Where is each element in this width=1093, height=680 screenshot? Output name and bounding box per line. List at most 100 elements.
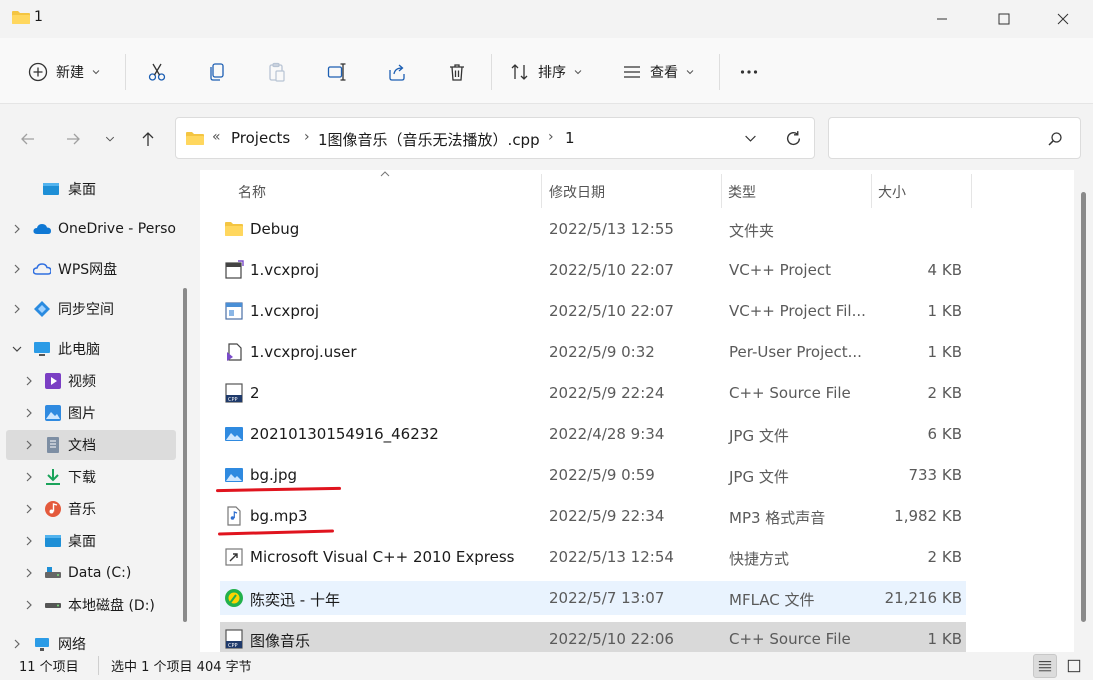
status-bar: 11 个项目 选中 1 个项目 404 字节	[0, 652, 1093, 680]
search-box[interactable]	[828, 117, 1081, 159]
column-divider[interactable]	[871, 174, 872, 208]
details-view-button[interactable]	[1033, 654, 1057, 678]
chevron-right-icon[interactable]	[24, 408, 34, 418]
address-bar[interactable]: « Projects › 1图像音乐（音乐无法播放）.cpp › 1	[175, 117, 815, 159]
new-button[interactable]: 新建	[28, 56, 100, 88]
view-label: 查看	[650, 65, 678, 81]
breadcrumb-current[interactable]: 1	[565, 129, 575, 147]
file-row[interactable]: 1.vcxproj.user 2022/5/9 0:32 Per-User Pr…	[220, 335, 966, 369]
cpp-file-icon: CPP	[225, 629, 243, 649]
file-row[interactable]: Microsoft Visual C++ 2010 Express 2022/5…	[220, 540, 966, 574]
chevron-right-icon[interactable]	[24, 504, 34, 514]
chevron-down-icon[interactable]	[12, 344, 22, 354]
minimize-button[interactable]	[919, 0, 965, 38]
sidebar-item-onedrive[interactable]: OneDrive - Perso	[0, 214, 176, 244]
drive-icon	[45, 567, 61, 578]
forward-button[interactable]	[59, 125, 87, 153]
navigation-pane: 桌面 OneDrive - Perso WPS网盘 同步空间 此电脑 视频 图片	[0, 170, 178, 652]
minimize-icon	[937, 18, 947, 20]
close-icon	[1057, 13, 1069, 25]
mflac-file-icon	[225, 589, 243, 607]
chevron-right-icon[interactable]	[24, 440, 34, 450]
svg-text:CPP: CPP	[228, 643, 238, 649]
up-button[interactable]	[134, 125, 162, 153]
view-button[interactable]: 查看	[622, 56, 694, 88]
chevron-down-icon	[744, 135, 756, 142]
network-icon	[35, 638, 49, 651]
more-options-button[interactable]	[739, 56, 759, 88]
image-file-icon	[225, 427, 243, 441]
chevron-down-icon	[105, 136, 115, 142]
sidebar-item-sync-space[interactable]: 同步空间	[0, 294, 176, 324]
file-row[interactable]: CPP 图像音乐 2022/5/10 22:06 C++ Source File…	[220, 622, 966, 656]
chevron-right-icon[interactable]	[12, 639, 22, 649]
chevron-right-icon[interactable]	[12, 264, 22, 274]
image-file-icon	[225, 468, 243, 482]
this-pc-icon	[34, 342, 50, 356]
paste-button[interactable]	[267, 56, 287, 88]
chevron-right-icon[interactable]	[12, 304, 22, 314]
copy-button[interactable]	[207, 56, 227, 88]
chevron-right-icon[interactable]	[12, 224, 22, 234]
file-row[interactable]: 陈奕迅 - 十年 2022/5/7 13:07 MFLAC 文件 21,216 …	[220, 581, 966, 615]
refresh-button[interactable]	[782, 127, 804, 149]
chevron-right-icon[interactable]	[24, 472, 34, 482]
chevron-down-icon	[686, 70, 694, 75]
chevron-right-icon[interactable]	[24, 600, 34, 610]
sidebar-item-downloads[interactable]: 下载	[0, 462, 176, 492]
breadcrumb-project-folder[interactable]: 1图像音乐（音乐无法播放）.cpp	[318, 129, 540, 150]
sort-ascending-icon	[380, 171, 390, 177]
file-row[interactable]: 1.vcxproj 2022/5/10 22:07 VC++ Project 4…	[220, 253, 966, 287]
recent-locations-button[interactable]	[98, 125, 122, 153]
chevron-right-icon[interactable]	[24, 376, 34, 386]
file-row[interactable]: 1.vcxproj 2022/5/10 22:07 VC++ Project F…	[220, 294, 966, 328]
sidebar-item-drive-c[interactable]: Data (C:)	[0, 558, 176, 588]
sidebar-item-wps-cloud[interactable]: WPS网盘	[0, 254, 176, 284]
search-input[interactable]	[839, 128, 1039, 148]
column-divider[interactable]	[541, 174, 542, 208]
address-dropdown-button[interactable]	[739, 127, 761, 149]
file-row[interactable]: 20210130154916_46232 2022/4/28 9:34 JPG …	[220, 417, 966, 451]
maximize-button[interactable]	[981, 0, 1027, 38]
file-list-scrollbar[interactable]	[1081, 192, 1086, 622]
downloads-icon	[46, 469, 60, 485]
breadcrumb-projects[interactable]: Projects	[231, 129, 290, 147]
column-header-name[interactable]: 名称	[238, 175, 266, 209]
sidebar-item-drive-d[interactable]: 本地磁盘 (D:)	[0, 590, 176, 620]
more-icon	[740, 70, 758, 74]
sidebar-item-music[interactable]: 音乐	[0, 494, 176, 524]
sidebar-item-videos[interactable]: 视频	[0, 366, 176, 396]
close-button[interactable]	[1040, 0, 1086, 38]
sidebar-item-pictures[interactable]: 图片	[0, 398, 176, 428]
command-bar: 新建 排序 查看	[0, 38, 1093, 104]
sidebar-item-desktop-pc[interactable]: 桌面	[0, 526, 176, 556]
toolbar-divider	[491, 54, 492, 90]
file-row[interactable]: Debug 2022/5/13 12:55 文件夹	[220, 212, 966, 246]
sidebar-item-network[interactable]: 网络	[0, 629, 176, 652]
column-header-size[interactable]: 大小	[878, 175, 906, 209]
arrow-up-icon	[142, 132, 154, 146]
column-header-type[interactable]: 类型	[728, 175, 756, 209]
sidebar-scrollbar[interactable]	[183, 288, 187, 622]
chevron-right-icon[interactable]	[24, 536, 34, 546]
chevron-right-icon[interactable]	[24, 568, 34, 578]
column-divider[interactable]	[721, 174, 722, 208]
wps-cloud-icon	[33, 263, 51, 275]
vs-user-icon	[227, 343, 242, 361]
sidebar-item-documents[interactable]: 文档	[6, 430, 176, 460]
tiles-view-button[interactable]	[1062, 654, 1086, 678]
back-button[interactable]	[14, 125, 42, 153]
column-header-date[interactable]: 修改日期	[549, 175, 605, 209]
overflow-breadcrumb[interactable]: «	[212, 129, 221, 145]
file-row[interactable]: CPP 2 2022/5/9 22:24 C++ Source File 2 K…	[220, 376, 966, 410]
sidebar-item-this-pc[interactable]: 此电脑	[0, 334, 176, 364]
column-divider[interactable]	[971, 174, 972, 208]
file-row[interactable]: bg.mp3 2022/5/9 22:34 MP3 格式声音 1,982 KB	[220, 499, 966, 533]
cut-button[interactable]	[147, 56, 167, 88]
arrow-left-icon	[21, 133, 34, 145]
share-button[interactable]	[387, 56, 407, 88]
sidebar-item-desktop[interactable]: 桌面	[0, 174, 176, 204]
rename-button[interactable]	[327, 56, 347, 88]
delete-button[interactable]	[447, 56, 467, 88]
sort-button[interactable]: 排序	[510, 56, 582, 88]
